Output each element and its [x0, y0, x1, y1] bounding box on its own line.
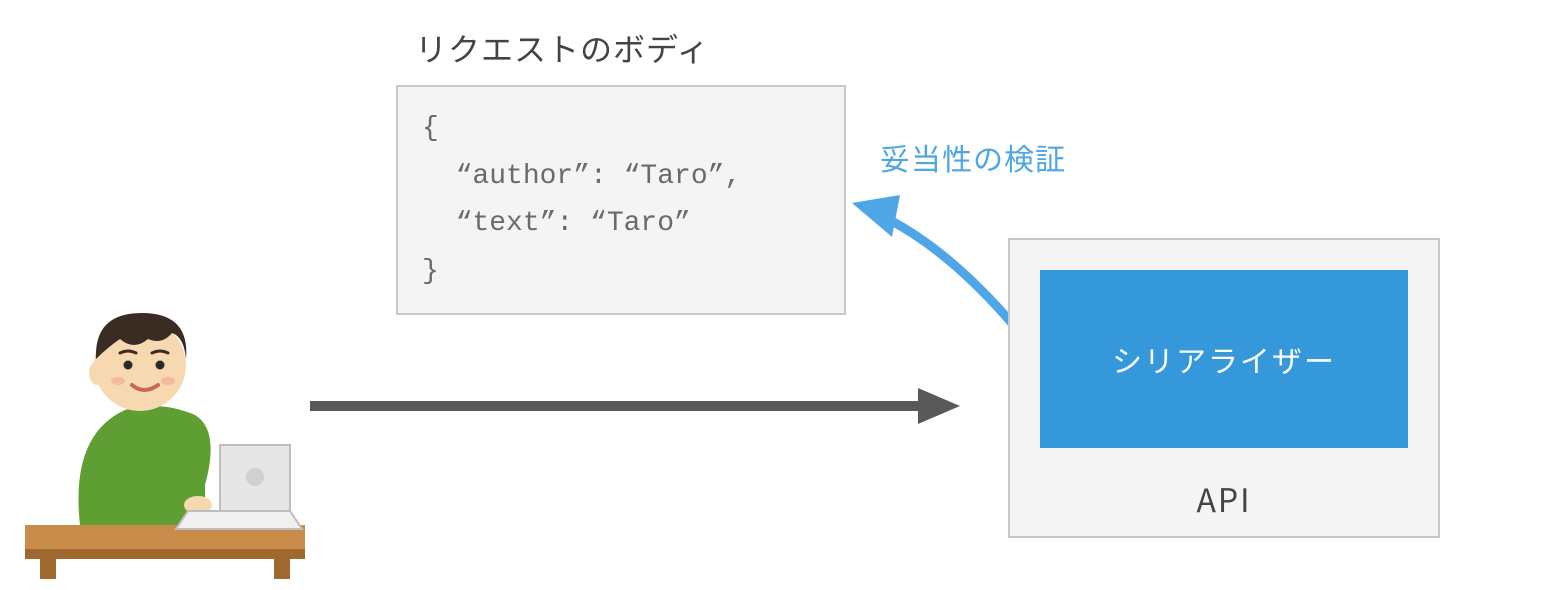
request-body-title: リクエストのボディ — [415, 25, 710, 71]
api-box: シリアライザー API — [1008, 238, 1440, 538]
request-body-box: { “author”: “Taro”, “text”: “Taro” } — [396, 85, 846, 315]
validation-label: 妥当性の検証 — [880, 135, 1066, 179]
serializer-label: シリアライザー — [1112, 337, 1336, 381]
user-illustration — [20, 285, 310, 580]
user-at-laptop-icon — [20, 285, 310, 580]
api-label: API — [1010, 476, 1438, 522]
serializer-box: シリアライザー — [1040, 270, 1408, 448]
diagram-stage: リクエストのボディ { “author”: “Taro”, “text”: “T… — [0, 0, 1550, 590]
request-arrow-icon — [310, 386, 960, 426]
